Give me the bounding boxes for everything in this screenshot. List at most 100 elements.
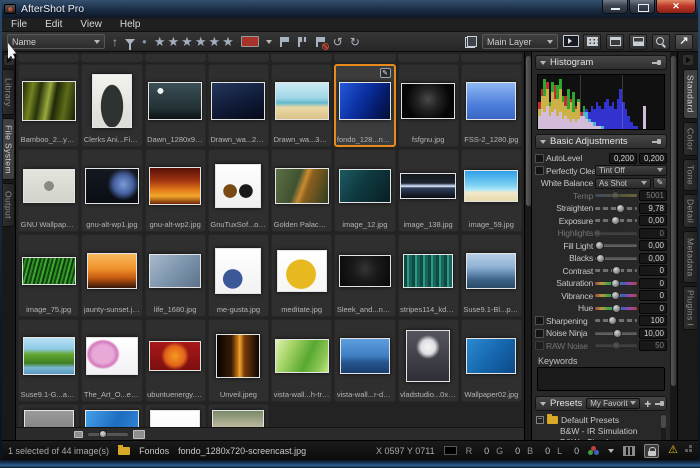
collapse-triangle-icon[interactable]	[540, 140, 546, 147]
value-box[interactable]: 0	[639, 228, 667, 239]
noise-ninja-checkbox[interactable]	[535, 329, 544, 338]
sharpening-slider[interactable]	[595, 319, 637, 322]
tools-tab-detail[interactable]: Detail	[683, 194, 697, 228]
slider-knob[interactable]	[611, 291, 620, 300]
tools-tab-color[interactable]: Color	[683, 122, 697, 156]
thumbnail-cell[interactable]: vista-wall...r-dock.jpg	[334, 319, 395, 402]
slider-knob[interactable]	[612, 266, 621, 275]
slider-knob[interactable]	[613, 329, 622, 338]
tools-tab-plugins-i[interactable]: Plugins I	[683, 286, 697, 330]
presets-scrollbar[interactable]	[661, 414, 666, 440]
thumbnail-cell[interactable]: life_1680.jpg	[145, 234, 206, 317]
resize-grip[interactable]	[689, 449, 692, 452]
perfectly-clear-checkbox[interactable]	[535, 166, 544, 175]
star-3-icon[interactable]: ★	[181, 35, 193, 48]
slider-knob[interactable]	[616, 204, 625, 213]
thumbnail-cell[interactable]: stripes114_kde.jpg	[398, 234, 459, 317]
histogram-header[interactable]: Histogram	[535, 55, 667, 70]
add-preset-button[interactable]: +	[644, 399, 651, 409]
slider-knob[interactable]	[595, 241, 604, 250]
thumbnail-cell-clipped[interactable]	[81, 54, 142, 62]
thumbnail-cell[interactable]: Golden Palace.jpg	[271, 149, 332, 232]
tools-tab-tone[interactable]: Tone	[683, 159, 697, 191]
slider-knob[interactable]	[99, 430, 107, 438]
slider-knob[interactable]	[611, 216, 620, 225]
thumbnail-cell-clipped[interactable]	[334, 54, 395, 62]
star-6-icon[interactable]: ★	[222, 35, 234, 48]
scrollbar-thumb[interactable]	[526, 56, 531, 206]
thumbnail-cell[interactable]: gnu-alt-wp2.jpg	[145, 149, 206, 232]
slider-knob[interactable]	[611, 191, 620, 200]
color-label-swatch[interactable]	[241, 36, 259, 47]
hue-slider[interactable]	[595, 307, 637, 310]
exposure-slider[interactable]	[595, 219, 637, 222]
thumbnail-cell[interactable]: Sleek_and...nkahn.jpg	[334, 234, 395, 317]
tools-tab-standard[interactable]: Standard	[683, 69, 697, 119]
thumbnail-cell[interactable]: vladstudio...0x1024.jpg	[398, 319, 459, 402]
menu-edit[interactable]: Edit	[36, 18, 71, 32]
thumbnail-cell[interactable]: GNU Wallpaper 2.jpg	[18, 149, 79, 232]
value-box[interactable]: 50	[639, 340, 667, 351]
menu-view[interactable]: View	[71, 18, 111, 32]
value-box[interactable]: 0	[639, 290, 667, 301]
slider-knob[interactable]	[611, 279, 620, 288]
current-folder[interactable]: Fondos	[139, 446, 169, 456]
slider-knob[interactable]	[608, 316, 617, 325]
thumbnail-cell[interactable]: Dawn_1280x960.jpg	[145, 64, 206, 147]
maximize-button[interactable]	[629, 0, 655, 14]
value-box[interactable]: 0,00	[639, 215, 667, 226]
presets-header[interactable]: Presets My Favorites +	[535, 396, 667, 411]
sidebar-tab-output[interactable]: Output	[3, 183, 15, 227]
vibrance-slider[interactable]	[595, 294, 637, 297]
minimize-button[interactable]	[602, 0, 628, 14]
menu-help[interactable]: Help	[111, 18, 150, 32]
value-box[interactable]: 9,78	[639, 203, 667, 214]
raw-noise-slider[interactable]	[595, 344, 637, 347]
thumbnail-cell[interactable]: image_12.jpg	[334, 149, 395, 232]
flag-pick-icon[interactable]	[279, 36, 290, 48]
straighten-slider[interactable]	[595, 207, 637, 210]
pin-icon[interactable]	[652, 58, 662, 67]
scrollbar-thumb[interactable]	[671, 56, 676, 386]
thumbnail-cell[interactable]: ubuntuenergy.jpg	[145, 319, 206, 402]
keywords-input[interactable]	[537, 367, 665, 391]
rotate-right-icon[interactable]: ↻	[350, 36, 360, 48]
thumbnail-cell[interactable]: Suse9.1-Bl...papers.jpg	[461, 234, 522, 317]
thumbnail-cell[interactable]: The_Art_O...eFear.jpg	[81, 319, 142, 402]
thumbnail-cell[interactable]: FSS-2_1280.jpg	[461, 64, 522, 147]
thumbnail-cell[interactable]: jaunty-sunset.jpg	[81, 234, 142, 317]
menu-file[interactable]: File	[2, 18, 36, 32]
preset-item[interactable]: B&W - IR Simulation	[536, 425, 666, 436]
fill-light-slider[interactable]	[595, 244, 637, 247]
preset-folder[interactable]: −Default Presets	[536, 414, 666, 425]
value-box[interactable]: 5001	[639, 190, 667, 201]
raw-noise-checkbox[interactable]	[535, 341, 544, 350]
rotate-left-icon[interactable]: ↺	[333, 36, 343, 48]
magnifier-button[interactable]	[652, 34, 670, 50]
chevron-down-icon[interactable]	[266, 40, 272, 47]
rating-none-icon[interactable]: ●	[142, 37, 147, 46]
thumbnail-cell[interactable]: image_59.jpg	[461, 149, 522, 232]
thumbnail-cell[interactable]: Drawn_wa...299_.jpg	[208, 64, 269, 147]
title-bar[interactable]: AfterShot Pro	[0, 0, 700, 18]
presets-favorites-dropdown[interactable]: My Favorites	[586, 398, 640, 409]
thumbnail-cell[interactable]: Wallpaper02.jpg	[461, 319, 522, 402]
filter-funnel-icon[interactable]	[125, 39, 135, 45]
thumbnail-cell-clipped[interactable]	[18, 54, 79, 62]
thumbnail-cell[interactable]: fsfgnu.jpg	[398, 64, 459, 147]
sort-ascending-icon[interactable]: ↑	[112, 36, 118, 48]
basic-adjustments-header[interactable]: Basic Adjustments	[535, 134, 667, 149]
grid-overlay-icon[interactable]	[623, 446, 635, 456]
tree-collapse-expander[interactable]: −	[536, 416, 544, 424]
tools-tab-metadata[interactable]: Metadata	[683, 231, 697, 283]
star-4-icon[interactable]: ★	[195, 35, 207, 48]
thumbnail-cell[interactable]: Clerks Ani...Figure.jpg	[81, 64, 142, 147]
slider-knob[interactable]	[612, 304, 621, 313]
slider-knob[interactable]	[593, 229, 602, 238]
thumbnail-cell[interactable]: vista-wall...h-tree.jpg	[271, 319, 332, 402]
thumbnail-cell[interactable]	[81, 404, 142, 427]
flag-finished-icon[interactable]	[297, 36, 308, 48]
value-box[interactable]: 0	[639, 303, 667, 314]
thumbnail-cell[interactable]: Unveil.jpeg	[208, 319, 269, 402]
thumbnail-cell[interactable]	[208, 404, 269, 427]
